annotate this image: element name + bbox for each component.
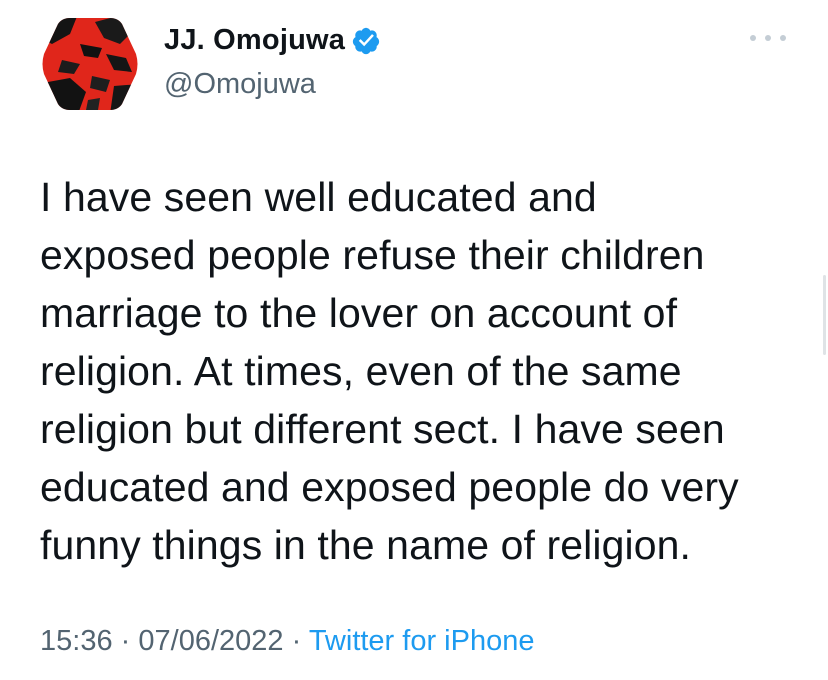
separator: ·: [120, 625, 131, 657]
tweet-text-line: religion but different sect. I have seen: [40, 406, 725, 452]
display-name[interactable]: JJ. Omojuwa: [164, 24, 381, 57]
tweet-text-line: marriage to the lover on account of: [40, 290, 678, 336]
dot: [780, 35, 786, 41]
tweet-source-link[interactable]: Twitter for iPhone: [309, 625, 535, 657]
tweet-date[interactable]: 07/06/2022: [138, 625, 283, 657]
tweet: JJ. Omojuwa @Omojuwa I have seen well ed…: [0, 0, 828, 680]
tweet-text-line: religion. At times, even of the same: [40, 348, 682, 394]
handle[interactable]: @Omojuwa: [164, 68, 316, 101]
tweet-time[interactable]: 15:36: [40, 625, 113, 657]
verified-badge-icon: [351, 26, 381, 56]
tweet-text-line: I have seen well educated and: [40, 174, 597, 220]
dot: [765, 35, 771, 41]
tweet-text-line: funny things in the name of religion.: [40, 522, 691, 568]
dot: [750, 35, 756, 41]
tweet-text-line: exposed people refuse their children: [40, 232, 705, 278]
scroll-indicator: [823, 275, 826, 355]
avatar[interactable]: [40, 14, 140, 114]
tweet-text-line: educated and exposed people do very: [40, 464, 739, 510]
tweet-meta: 15:36 · 07/06/2022 · Twitter for iPhone: [40, 625, 534, 658]
more-dots-icon[interactable]: [750, 28, 786, 48]
tweet-text: I have seen well educated and exposed pe…: [40, 168, 810, 574]
separator: ·: [291, 625, 302, 657]
display-name-text: JJ. Omojuwa: [164, 24, 346, 56]
